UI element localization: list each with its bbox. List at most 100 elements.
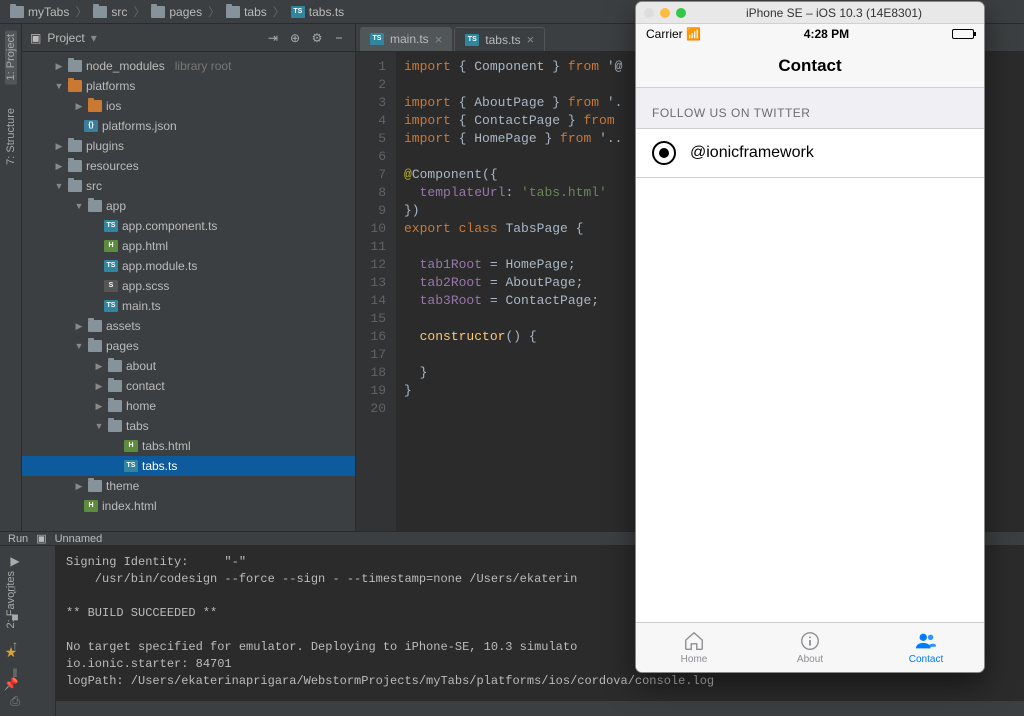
gear-icon[interactable]: ⚙︎ [309, 31, 325, 45]
folder-icon [151, 6, 165, 18]
expand-arrow-icon[interactable]: ▶ [74, 481, 84, 492]
tree-app-component[interactable]: TSapp.component.ts [22, 216, 355, 236]
tree-resources[interactable]: ▶resources [22, 156, 355, 176]
pin-icon[interactable]: 📌 [4, 677, 19, 691]
tool-project[interactable]: 1: Project [5, 30, 17, 84]
collapse-arrow-icon[interactable]: ▼ [74, 201, 84, 211]
simulator-title: iPhone SE – iOS 10.3 (14E8301) [692, 6, 976, 20]
hide-icon[interactable]: ⎯ [331, 30, 347, 45]
tool-structure[interactable]: 7: Structure [5, 104, 17, 169]
list-item-twitter[interactable]: @ionicframework [636, 128, 984, 178]
crumb-pages[interactable]: pages [151, 5, 202, 19]
folder-icon [68, 60, 82, 72]
twitter-handle: @ionicframework [690, 144, 814, 162]
collapse-arrow-icon[interactable]: ▼ [54, 81, 64, 91]
info-icon [797, 630, 823, 652]
close-icon[interactable]: × [527, 32, 535, 47]
ionic-icon [652, 141, 676, 165]
folder-icon [68, 180, 82, 192]
expand-arrow-icon[interactable]: ▶ [54, 61, 64, 72]
dropdown-icon[interactable]: ▾ [91, 31, 97, 45]
crumb-src[interactable]: src [93, 5, 127, 19]
tree-app-html[interactable]: Happ.html [22, 236, 355, 256]
locate-icon[interactable]: ⊕ [287, 31, 303, 45]
minimize-dot-icon[interactable] [660, 8, 670, 18]
tree-main-ts[interactable]: TSmain.ts [22, 296, 355, 316]
folder-icon [88, 320, 102, 332]
tree-ios[interactable]: ▶ios [22, 96, 355, 116]
tab-contact[interactable]: Contact [868, 623, 984, 672]
json-file-icon: {} [84, 120, 98, 132]
ios-navbar: Contact [636, 44, 984, 88]
tree-tabs-html[interactable]: Htabs.html [22, 436, 355, 456]
expand-arrow-icon[interactable]: ▶ [54, 161, 64, 172]
phonegap-icon: ▣ [36, 532, 46, 545]
tree-app[interactable]: ▼app [22, 196, 355, 216]
tree-src[interactable]: ▼src [22, 176, 355, 196]
tree-index-html[interactable]: Hindex.html [22, 496, 355, 516]
ts-file-icon: TS [291, 6, 305, 18]
tree-home[interactable]: ▶home [22, 396, 355, 416]
ts-file-icon: TS [104, 300, 118, 312]
editor-gutter: 1234567891011121314151617181920 [356, 52, 396, 531]
folder-icon [88, 200, 102, 212]
crumb-project[interactable]: myTabs [10, 5, 69, 19]
expand-arrow-icon[interactable]: ▶ [74, 101, 84, 112]
project-panel: ▣ Project ▾ ⇥ ⊕ ⚙︎ ⎯ ▶node_moduleslibrar… [22, 24, 356, 531]
star-icon[interactable]: ★ [5, 644, 18, 661]
close-dot-icon[interactable] [644, 8, 654, 18]
contacts-icon [913, 630, 939, 652]
tree-tabs-folder[interactable]: ▼tabs [22, 416, 355, 436]
expand-arrow-icon[interactable]: ▶ [94, 381, 104, 392]
collapse-icon[interactable]: ⇥ [265, 31, 281, 45]
left-tool-strip: 1: Project 7: Structure [0, 24, 22, 531]
folder-icon [68, 140, 82, 152]
run-config-name[interactable]: Unnamed [55, 533, 103, 545]
folder-icon [88, 340, 102, 352]
clock-label: 4:28 PM [804, 27, 849, 41]
tree-platforms[interactable]: ▼platforms [22, 76, 355, 96]
editor-tab-tabs[interactable]: TS tabs.ts × [454, 27, 545, 51]
tree-theme[interactable]: ▶theme [22, 476, 355, 496]
expand-arrow-icon[interactable]: ▶ [74, 321, 84, 332]
tab-about[interactable]: About [752, 623, 868, 672]
panel-title[interactable]: Project [47, 31, 84, 45]
run-label[interactable]: Run [8, 533, 28, 545]
ios-tabbar: Home About Contact [636, 622, 984, 672]
tab-label: main.ts [390, 32, 429, 46]
folder-icon [226, 6, 240, 18]
html-file-icon: H [124, 440, 138, 452]
crumb-file[interactable]: TStabs.ts [291, 5, 344, 19]
tree-tabs-ts[interactable]: TStabs.ts [22, 456, 355, 476]
expand-arrow-icon[interactable]: ▶ [94, 401, 104, 412]
collapse-arrow-icon[interactable]: ▼ [54, 181, 64, 191]
tool-favorites[interactable]: 2: Favorites [5, 571, 17, 628]
html-file-icon: H [84, 500, 98, 512]
folder-icon [68, 80, 82, 92]
crumb-tabs[interactable]: tabs [226, 5, 267, 19]
tree-plugins[interactable]: ▶plugins [22, 136, 355, 156]
tree-platforms-json[interactable]: {}platforms.json [22, 116, 355, 136]
tree-assets[interactable]: ▶assets [22, 316, 355, 336]
expand-arrow-icon[interactable]: ▶ [94, 361, 104, 372]
tree-node-modules[interactable]: ▶node_moduleslibrary root [22, 56, 355, 76]
nav-title: Contact [778, 56, 841, 76]
close-icon[interactable]: × [435, 32, 443, 47]
tab-home[interactable]: Home [636, 623, 752, 672]
collapse-arrow-icon[interactable]: ▼ [74, 341, 84, 351]
project-panel-header: ▣ Project ▾ ⇥ ⊕ ⚙︎ ⎯ [22, 24, 355, 52]
project-tree[interactable]: ▶node_moduleslibrary root ▼platforms ▶io… [22, 52, 355, 531]
tree-pages[interactable]: ▼pages [22, 336, 355, 356]
collapse-arrow-icon[interactable]: ▼ [94, 421, 104, 431]
chevron-right-icon: 〉 [273, 3, 285, 20]
expand-arrow-icon[interactable]: ▶ [54, 141, 64, 152]
tree-contact[interactable]: ▶contact [22, 376, 355, 396]
simulator-titlebar[interactable]: iPhone SE – iOS 10.3 (14E8301) [636, 2, 984, 24]
tree-app-scss[interactable]: Sapp.scss [22, 276, 355, 296]
zoom-dot-icon[interactable] [676, 8, 686, 18]
tree-about[interactable]: ▶about [22, 356, 355, 376]
editor-tab-main[interactable]: TS main.ts × [360, 27, 452, 51]
ios-simulator-window[interactable]: iPhone SE – iOS 10.3 (14E8301) Carrier 📶… [636, 2, 984, 672]
tree-app-module[interactable]: TSapp.module.ts [22, 256, 355, 276]
chevron-right-icon: 〉 [208, 3, 220, 20]
